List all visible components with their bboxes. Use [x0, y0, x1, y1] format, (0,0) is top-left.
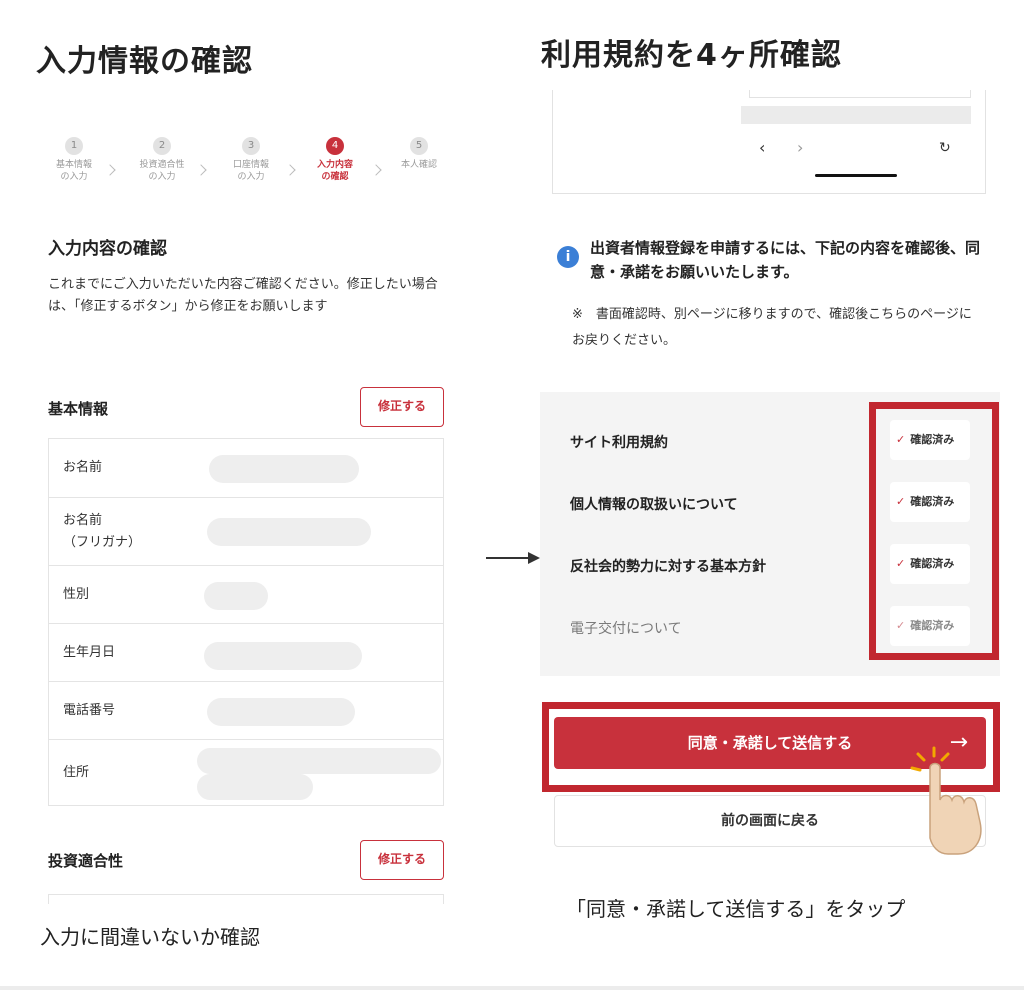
- left-caption: 入力に間違いないか確認: [40, 925, 260, 949]
- table-row: お名前: [49, 439, 443, 497]
- table-row: お名前 （フリガナ）: [49, 497, 443, 565]
- row-label: 住所: [63, 765, 90, 780]
- table-row: 電話番号: [49, 681, 443, 739]
- redacted-value: [207, 698, 355, 726]
- table-row: 性別: [49, 565, 443, 623]
- redacted-value: [204, 582, 268, 610]
- basic-info-title: 基本情報: [48, 400, 109, 418]
- edit-suitability-button[interactable]: 修正する: [360, 840, 444, 880]
- document-frame: [749, 90, 971, 98]
- suitability-table: [48, 894, 444, 904]
- notice-text: 出資者情報登録を申請するには、下記の内容を確認後、同意・承諾をお願いいたします。: [590, 239, 981, 281]
- note-text: ※ 書面確認時、別ページに移りますので、確認後こちらのページにお戻りください。: [572, 307, 972, 348]
- step-1: 1 基本情報 の入力: [39, 137, 109, 183]
- step-label: 入力内容 の確認: [316, 160, 353, 182]
- table-row: 生年月日: [49, 623, 443, 681]
- term-label[interactable]: 電子交付について: [570, 618, 682, 638]
- basic-info-table: お名前 お名前 （フリガナ） 性別 生年月日 電話番号 住所: [48, 438, 444, 806]
- term-label[interactable]: 反社会的勢力に対する基本方針: [570, 556, 766, 576]
- bottom-divider: [0, 986, 1024, 990]
- row-label: お名前 （フリガナ）: [63, 513, 142, 550]
- home-indicator: [815, 174, 897, 177]
- chevron-right-icon: [195, 164, 207, 176]
- row-label: 電話番号: [63, 703, 116, 718]
- term-label[interactable]: サイト利用規約: [570, 432, 668, 452]
- tap-hand-icon: [910, 746, 982, 855]
- highlight-status-box: [869, 402, 999, 660]
- step-label: 基本情報 の入力: [55, 160, 92, 182]
- term-label[interactable]: 個人情報の取扱いについて: [570, 494, 738, 514]
- redacted-value: [197, 774, 313, 800]
- step-label: 投資適合性 の入力: [139, 160, 185, 182]
- arrow-right-icon: [486, 557, 532, 559]
- reload-icon[interactable]: ↻: [939, 140, 951, 156]
- step-label: 本人確認: [400, 160, 437, 170]
- browser-toolbar: [741, 106, 971, 124]
- step-number: 2: [153, 137, 171, 155]
- row-label: 性別: [63, 587, 90, 602]
- suitability-title: 投資適合性: [48, 852, 124, 870]
- redacted-value: [207, 518, 371, 546]
- section-title: 入力内容の確認: [48, 239, 167, 259]
- step-number: 1: [65, 137, 83, 155]
- redacted-value: [209, 455, 359, 483]
- back-arrow-icon[interactable]: ‹: [759, 138, 765, 157]
- left-heading: 入力情報の確認: [36, 44, 253, 79]
- info-icon: i: [557, 246, 579, 268]
- edit-basic-info-button[interactable]: 修正する: [360, 387, 444, 427]
- step-3: 3 口座情報 の入力: [216, 137, 286, 183]
- step-5: 5 本人確認: [384, 137, 454, 171]
- step-number: 4: [326, 137, 344, 155]
- step-2: 2 投資適合性 の入力: [127, 137, 197, 183]
- step-4: 4 入力内容 の確認: [300, 137, 370, 183]
- right-heading: 利用規約を4ヶ所確認: [541, 38, 842, 73]
- row-label: お名前: [63, 460, 103, 475]
- arrow-head-icon: [528, 552, 540, 564]
- step-number: 3: [242, 137, 260, 155]
- table-row: 住所: [49, 739, 443, 805]
- step-number: 5: [410, 137, 428, 155]
- redacted-value: [204, 642, 362, 670]
- chevron-right-icon: [370, 164, 382, 176]
- right-caption: 「同意・承諾して送信する」をタップ: [566, 897, 906, 921]
- document-preview-card: ‹ › ↻: [552, 90, 986, 194]
- redacted-value: [197, 748, 441, 774]
- step-label: 口座情報 の入力: [232, 160, 269, 182]
- forward-arrow-icon[interactable]: ›: [797, 138, 803, 157]
- row-label: 生年月日: [63, 645, 116, 660]
- chevron-right-icon: [284, 164, 296, 176]
- section-description: これまでにご入力いただいた内容ご確認ください。修正したい場合は、「修正するボタン…: [48, 277, 438, 314]
